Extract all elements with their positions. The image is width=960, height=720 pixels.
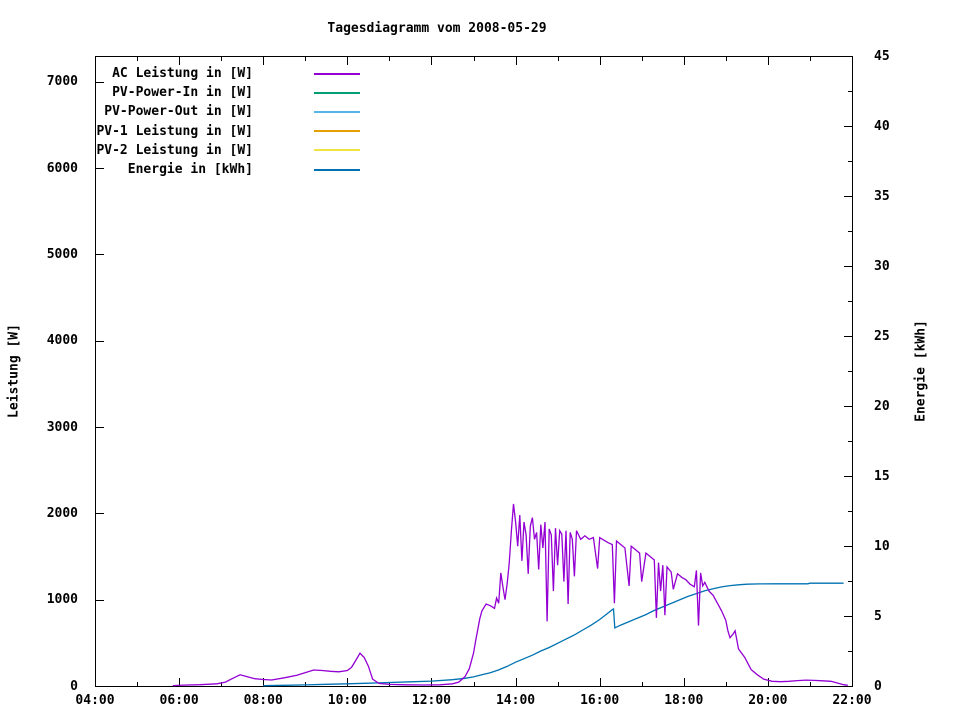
x-tick-label: 20:00 bbox=[748, 693, 788, 708]
legend-item-label: PV-1 Leistung in [W] bbox=[96, 123, 253, 139]
y1-tick-label: 3000 bbox=[46, 419, 78, 435]
series-energie-line bbox=[263, 582, 844, 687]
x-tick-label: 04:00 bbox=[75, 693, 115, 708]
y2-tick-label: 30 bbox=[874, 258, 890, 274]
legend-line-sample bbox=[314, 149, 360, 152]
y2-tick-label: 5 bbox=[874, 608, 882, 624]
legend-item-label: Energie in [kWh] bbox=[127, 162, 253, 178]
legend-item-label: PV-2 Leistung in [W] bbox=[96, 142, 253, 158]
legend-item-label: AC Leistung in [W] bbox=[112, 66, 253, 82]
legend-line-sample bbox=[314, 110, 360, 113]
y2-tick-label: 15 bbox=[874, 468, 890, 484]
legend-item-label: PV-Power-In in [W] bbox=[112, 85, 253, 101]
x-tick-label: 16:00 bbox=[580, 693, 620, 708]
y1-tick-label: 0 bbox=[70, 678, 78, 694]
y2-tick-label: 20 bbox=[874, 398, 890, 414]
y2-tick-label: 40 bbox=[874, 118, 890, 134]
x-tick-label: 10:00 bbox=[327, 693, 367, 708]
legend-item: PV-2 Leistung in [W] bbox=[0, 141, 360, 160]
x-tick-label: 08:00 bbox=[243, 693, 283, 708]
legend-line-sample bbox=[314, 130, 360, 133]
y1-tick-label: 6000 bbox=[46, 160, 78, 176]
legend-item-label: PV-Power-Out in [W] bbox=[104, 104, 253, 120]
x-tick-label: 18:00 bbox=[664, 693, 704, 708]
y2-tick-label: 45 bbox=[874, 48, 890, 64]
x-tick-label: 14:00 bbox=[495, 693, 536, 708]
y2-tick-label: 10 bbox=[874, 538, 890, 554]
y1-tick-label: 7000 bbox=[46, 74, 78, 90]
y1-tick-label: 2000 bbox=[46, 505, 78, 521]
legend-item: PV-Power-Out in [W] bbox=[0, 102, 360, 121]
series-ac-line bbox=[172, 503, 848, 687]
x-tick-label: 22:00 bbox=[832, 693, 872, 708]
y1-tick-label: 1000 bbox=[46, 592, 78, 608]
y1-tick-label: 5000 bbox=[46, 246, 78, 262]
y1-tick-label: 4000 bbox=[46, 333, 78, 349]
legend-line-sample bbox=[314, 72, 360, 75]
y2-tick-label: 0 bbox=[874, 678, 882, 694]
y2-tick-label: 35 bbox=[874, 188, 890, 204]
x-tick-label: 06:00 bbox=[159, 693, 199, 708]
legend-item: PV-1 Leistung in [W] bbox=[0, 122, 360, 141]
legend-line-sample bbox=[314, 91, 360, 94]
x-tick-label: 12:00 bbox=[411, 693, 452, 708]
y2-tick-label: 25 bbox=[874, 328, 890, 344]
legend-line-sample bbox=[314, 168, 360, 171]
